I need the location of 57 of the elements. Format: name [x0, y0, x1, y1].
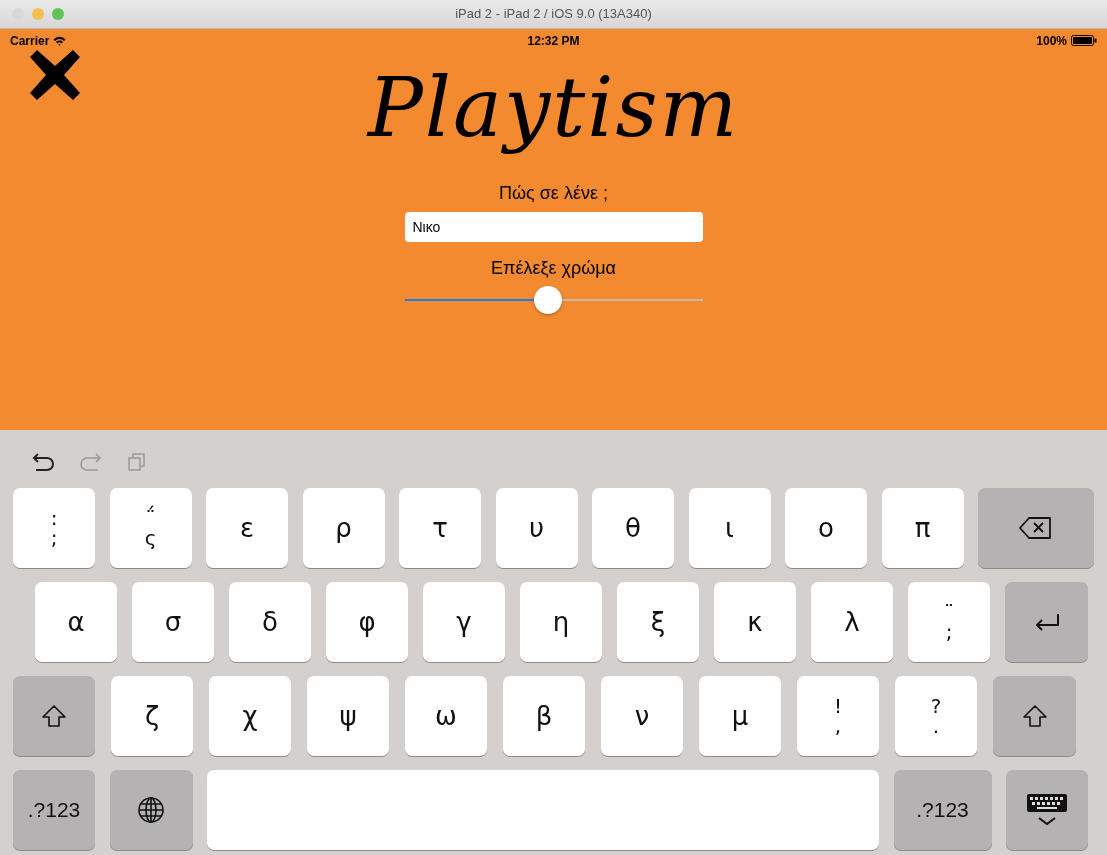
- shift-arrow-icon: [41, 703, 67, 729]
- backspace-icon: [1019, 516, 1053, 540]
- undo-icon[interactable]: [30, 451, 56, 473]
- color-label: Επέλεξε χρώμα: [490, 258, 617, 280]
- letter-key[interactable]: σ: [132, 582, 214, 662]
- window-title: iPad 2 - iPad 2 / iOS 9.0 (13A340): [454, 6, 653, 22]
- shift-arrow-icon: [1021, 703, 1048, 729]
- letter-key[interactable]: φ: [326, 582, 408, 662]
- numbers-key[interactable]: .?123: [13, 770, 95, 850]
- battery-icon: [1071, 35, 1097, 47]
- letter-key[interactable]: ζ: [111, 676, 193, 756]
- keyboard-icon: [1025, 792, 1069, 828]
- letter-key[interactable]: ρ: [302, 488, 385, 568]
- letter-key[interactable]: ι: [688, 488, 771, 568]
- name-label: Πώς σε λένε ;: [499, 183, 608, 205]
- letter-key[interactable]: μ: [699, 676, 781, 756]
- letter-key[interactable]: κ: [714, 582, 796, 662]
- wifi-icon: [53, 35, 67, 46]
- symbol-key[interactable]: ΅ ς: [109, 488, 192, 568]
- dismiss-keyboard-key[interactable]: [1006, 770, 1088, 850]
- letter-key[interactable]: γ: [423, 582, 505, 662]
- paste-icon[interactable]: [126, 451, 148, 473]
- zoom-window-icon[interactable]: [52, 7, 64, 20]
- redo-icon[interactable]: [78, 451, 104, 473]
- letter-key[interactable]: π: [881, 488, 964, 568]
- globe-icon: [136, 795, 166, 825]
- letter-key[interactable]: ο: [785, 488, 867, 568]
- numbers-key[interactable]: .?123: [893, 770, 992, 850]
- shift-key[interactable]: [13, 676, 95, 756]
- shift-key[interactable]: [993, 676, 1076, 756]
- carrier-label: Carrier: [10, 33, 50, 48]
- letter-key[interactable]: ψ: [307, 676, 389, 756]
- slider-thumb[interactable]: [533, 286, 562, 315]
- symbol-key[interactable]: ! ,: [797, 676, 879, 756]
- color-slider[interactable]: [404, 285, 703, 316]
- app-logo: Playtism: [367, 62, 740, 154]
- letter-key[interactable]: ν: [601, 676, 683, 756]
- name-field[interactable]: Νικο: [404, 212, 703, 243]
- letter-key[interactable]: τ: [399, 488, 481, 568]
- letter-key[interactable]: χ: [209, 676, 291, 756]
- letter-key[interactable]: θ: [592, 488, 674, 568]
- status-time: 12:32 PM: [527, 33, 580, 48]
- letter-key[interactable]: α: [35, 582, 117, 662]
- symbol-key[interactable]: ¨ ;: [908, 582, 990, 662]
- letter-key[interactable]: ε: [206, 488, 288, 568]
- letter-key[interactable]: δ: [229, 582, 311, 662]
- letter-key[interactable]: λ: [811, 582, 893, 662]
- symbol-key[interactable]: : ;: [13, 488, 95, 568]
- symbol-key[interactable]: ? .: [895, 676, 977, 756]
- letter-key[interactable]: υ: [495, 488, 578, 568]
- letter-key[interactable]: ξ: [617, 582, 699, 662]
- battery-label: 100%: [1036, 33, 1067, 48]
- globe-key[interactable]: [109, 770, 193, 850]
- letter-key[interactable]: η: [520, 582, 602, 662]
- letter-key[interactable]: ω: [405, 676, 487, 756]
- backspace-key[interactable]: [978, 488, 1094, 568]
- letter-key[interactable]: β: [503, 676, 585, 756]
